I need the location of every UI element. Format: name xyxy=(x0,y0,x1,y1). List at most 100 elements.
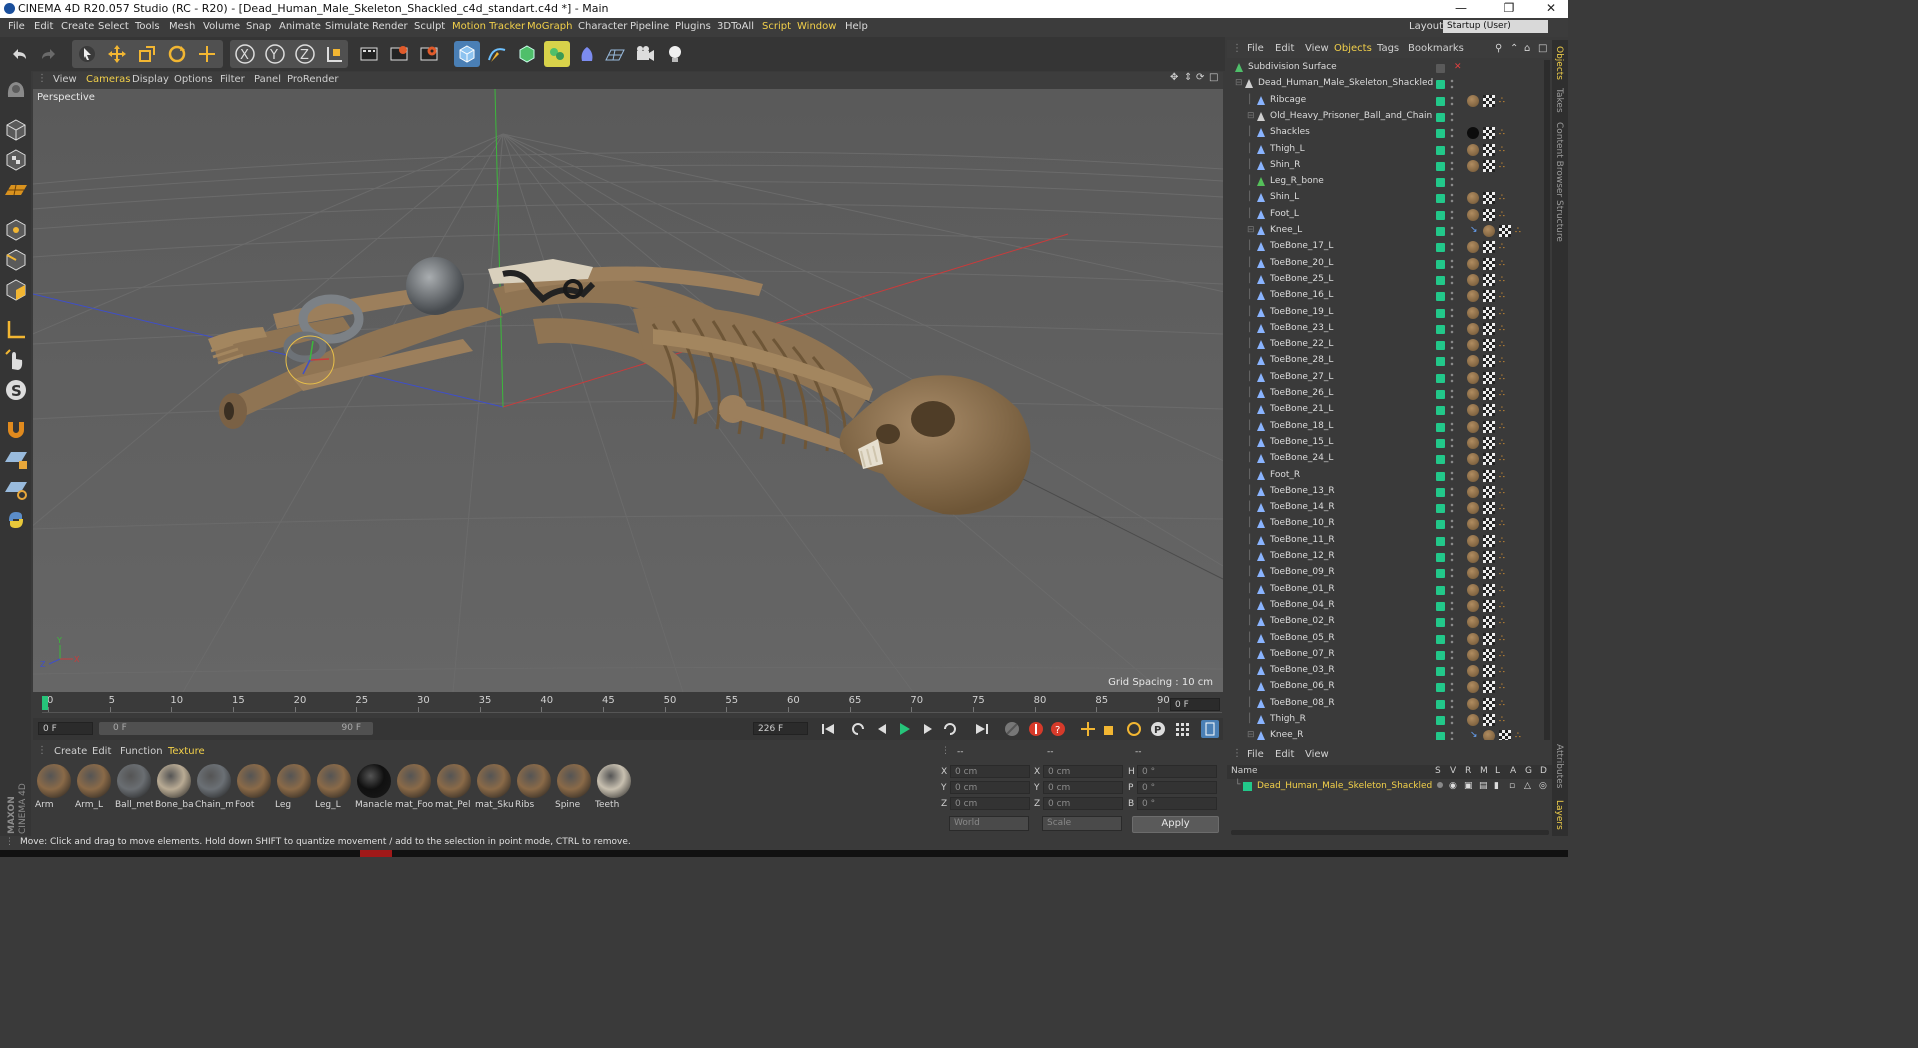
selection-tag-icon[interactable]: ∴ xyxy=(1499,487,1507,497)
object-row[interactable]: │ ToeBone_14_R ∴ xyxy=(1227,500,1552,516)
uvw-tag-icon[interactable] xyxy=(1483,681,1495,694)
tree-expand-icon[interactable]: ⊟ xyxy=(1247,225,1255,235)
viewport-menu-display[interactable]: Display xyxy=(132,74,169,85)
uvw-tag-icon[interactable] xyxy=(1483,306,1495,319)
layer-color-icon[interactable] xyxy=(1436,112,1445,122)
uvw-tag-icon[interactable] xyxy=(1483,94,1495,107)
uvw-tag-icon[interactable] xyxy=(1483,290,1495,303)
object-row[interactable]: │ ToeBone_06_R ∴ xyxy=(1227,679,1552,695)
object-name[interactable]: ToeBone_12_R xyxy=(1270,551,1335,561)
tree-expand-icon[interactable]: │ xyxy=(1247,290,1252,300)
obj-new-view-icon[interactable]: □ xyxy=(1538,43,1547,54)
object-row[interactable]: │ ToeBone_12_R ∴ xyxy=(1227,549,1552,565)
next-frame-icon[interactable] xyxy=(919,720,937,738)
object-name[interactable]: ToeBone_02_R xyxy=(1270,616,1335,626)
selection-tag-icon[interactable]: ∴ xyxy=(1499,128,1507,138)
selection-tag-icon[interactable]: ∴ xyxy=(1499,193,1507,203)
tree-expand-icon[interactable]: │ xyxy=(1247,144,1252,154)
selection-tag-icon[interactable]: ∴ xyxy=(1499,373,1507,383)
object-row[interactable]: │ ToeBone_04_R ∴ xyxy=(1227,598,1552,614)
obj-menu-edit[interactable]: Edit xyxy=(1275,43,1294,54)
layer-solo-icon[interactable] xyxy=(1437,782,1443,788)
obj-search-icon[interactable]: ⚲ xyxy=(1495,43,1502,54)
layer-animation-icon[interactable]: ▫ xyxy=(1509,781,1515,791)
menu-3dtoall[interactable]: 3DToAll xyxy=(717,21,754,32)
tree-expand-icon[interactable]: │ xyxy=(1247,355,1252,365)
workplane-icon[interactable] xyxy=(3,177,29,203)
solo-icon[interactable] xyxy=(3,477,29,503)
visibility-dots-icon[interactable] xyxy=(1450,405,1454,416)
uvw-tag-icon[interactable] xyxy=(1499,225,1511,237)
side-tab-takes[interactable]: Takes xyxy=(1554,88,1564,113)
position-z-field[interactable]: 0 cm xyxy=(950,797,1030,810)
object-name[interactable]: ToeBone_24_L xyxy=(1270,453,1333,463)
menu-select[interactable]: Select xyxy=(98,21,129,32)
tree-expand-icon[interactable]: │ xyxy=(1247,388,1252,398)
selection-tag-icon[interactable]: ∴ xyxy=(1499,291,1507,301)
object-row[interactable]: │ ToeBone_20_L ∴ xyxy=(1227,256,1552,272)
render-view-icon[interactable] xyxy=(356,41,382,67)
scale-select[interactable]: Scale xyxy=(1042,816,1122,831)
side-tab-layers[interactable]: Layers xyxy=(1554,800,1564,830)
object-name[interactable]: ToeBone_19_L xyxy=(1270,307,1333,317)
selection-tag-icon[interactable]: ∴ xyxy=(1499,145,1507,155)
material-swatch[interactable]: Teeth xyxy=(595,762,633,810)
layer-color-icon[interactable] xyxy=(1436,487,1445,497)
tree-expand-icon[interactable]: │ xyxy=(1247,404,1252,414)
object-name[interactable]: ToeBone_26_L xyxy=(1270,388,1333,398)
layer-object-name[interactable]: Dead_Human_Male_Skeleton_Shackled xyxy=(1257,781,1432,791)
menu-window[interactable]: Window xyxy=(797,21,836,32)
object-name[interactable]: ToeBone_27_L xyxy=(1270,372,1333,382)
viewport-menu-cameras[interactable]: Cameras xyxy=(86,74,130,85)
key-rotation-icon[interactable] xyxy=(1125,720,1143,738)
axis-y-icon[interactable]: Y xyxy=(262,41,288,67)
object-name[interactable]: ToeBone_05_R xyxy=(1270,633,1335,643)
visibility-dots-icon[interactable] xyxy=(1450,144,1454,155)
object-row[interactable]: │ ToeBone_27_L ∴ xyxy=(1227,370,1552,386)
layer-color-icon[interactable] xyxy=(1436,96,1445,106)
viewport-menu-options[interactable]: Options xyxy=(174,74,213,85)
cube-primitive-icon[interactable] xyxy=(454,41,480,67)
previous-key-icon[interactable] xyxy=(849,720,867,738)
selection-tag-icon[interactable]: ∴ xyxy=(1499,585,1507,595)
tree-expand-icon[interactable]: │ xyxy=(1247,714,1252,724)
object-name[interactable]: ToeBone_17_L xyxy=(1270,241,1333,251)
go-to-end-icon[interactable] xyxy=(973,720,991,738)
tree-expand-icon[interactable]: │ xyxy=(1247,421,1252,431)
visibility-dots-icon[interactable] xyxy=(1450,111,1454,122)
uvw-tag-icon[interactable] xyxy=(1499,730,1511,740)
visibility-dots-icon[interactable] xyxy=(1450,258,1454,269)
visibility-dots-icon[interactable] xyxy=(1450,160,1454,171)
material-swatch[interactable]: Ball_met xyxy=(115,762,153,810)
object-row[interactable]: │ Shin_L ∴ xyxy=(1227,190,1552,206)
visibility-dots-icon[interactable] xyxy=(1450,584,1454,595)
tree-expand-icon[interactable]: │ xyxy=(1247,584,1252,594)
ik-tag-icon[interactable]: ↘ xyxy=(1470,730,1478,740)
material-tag-icon[interactable] xyxy=(1467,159,1479,172)
selection-tag-icon[interactable]: ∴ xyxy=(1499,438,1507,448)
material-tag-icon[interactable] xyxy=(1467,208,1479,221)
selection-tag-icon[interactable]: ∴ xyxy=(1499,503,1507,513)
uvw-tag-icon[interactable] xyxy=(1483,485,1495,498)
material-tag-icon[interactable] xyxy=(1467,697,1479,710)
close-icon[interactable]: ✕ xyxy=(1536,1,1566,15)
object-name[interactable]: ToeBone_06_R xyxy=(1270,681,1335,691)
object-row[interactable]: │ ToeBone_03_R ∴ xyxy=(1227,663,1552,679)
uvw-tag-icon[interactable] xyxy=(1483,697,1495,710)
tree-expand-icon[interactable]: ⊟ xyxy=(1247,730,1255,740)
object-row[interactable]: │ ToeBone_23_L ∴ xyxy=(1227,321,1552,337)
material-tag-icon[interactable] xyxy=(1467,648,1479,661)
object-row[interactable]: │ ToeBone_07_R ∴ xyxy=(1227,647,1552,663)
visibility-dots-icon[interactable] xyxy=(1450,421,1454,432)
visibility-dots-icon[interactable] xyxy=(1450,291,1454,302)
visibility-dots-icon[interactable] xyxy=(1450,454,1454,465)
object-row[interactable]: │ ToeBone_15_L ∴ xyxy=(1227,435,1552,451)
redo-icon[interactable] xyxy=(36,41,62,67)
uvw-tag-icon[interactable] xyxy=(1483,388,1495,400)
model-mode-icon[interactable] xyxy=(3,117,29,143)
layer-color-icon[interactable] xyxy=(1436,716,1445,725)
viewport-rotate-icon[interactable]: ⟳ xyxy=(1196,72,1204,83)
object-row[interactable]: │ ToeBone_09_R ∴ xyxy=(1227,565,1552,581)
layer-visible-icon[interactable]: ◉ xyxy=(1449,781,1457,791)
tree-expand-icon[interactable]: ⊟ xyxy=(1247,111,1255,121)
